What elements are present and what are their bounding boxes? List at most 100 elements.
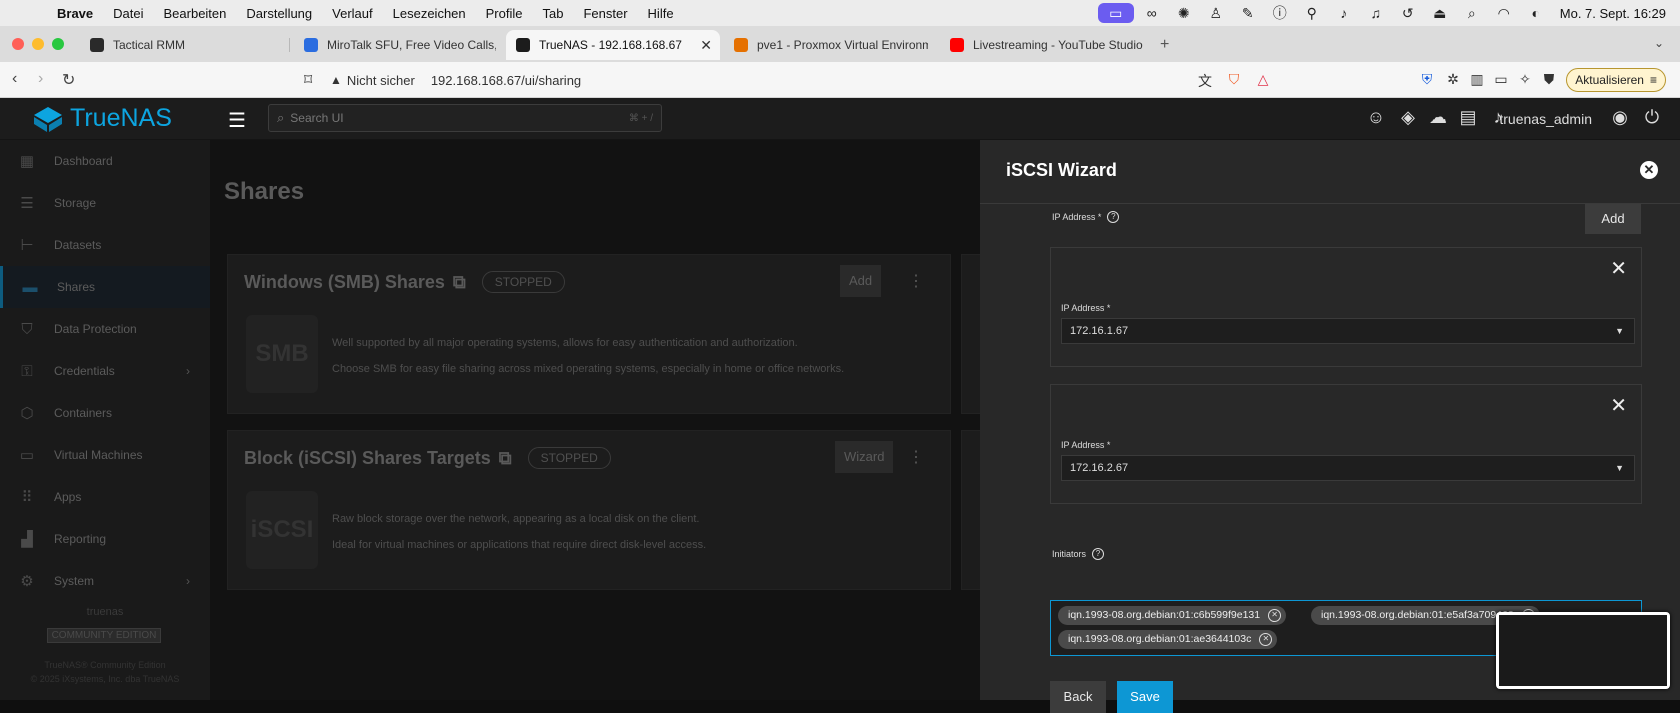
smb-status-badge[interactable]: STOPPED <box>481 271 565 293</box>
remove-entry-icon[interactable]: ✕ <box>1610 256 1627 281</box>
add-ip-button[interactable]: Add <box>1585 204 1641 234</box>
help-icon[interactable]: ? <box>1107 211 1120 223</box>
ip-address-select[interactable]: 172.16.2.67 ▼ <box>1061 455 1635 481</box>
open-in-new-icon[interactable]: ⧉ <box>499 448 512 469</box>
back-arrow-icon[interactable]: ‹ <box>12 70 17 88</box>
more-vert-icon[interactable]: ⋮ <box>908 271 924 291</box>
feather-icon[interactable]: ✎ <box>1232 5 1264 22</box>
screenshot-thumbnail-preview[interactable] <box>1496 612 1670 689</box>
menu-app-name[interactable]: Brave <box>57 6 93 21</box>
tab-proxmox[interactable]: pve1 - Proxmox Virtual Environmen <box>724 30 928 60</box>
leo-ai-icon[interactable]: ✧ <box>1516 71 1534 89</box>
feedback-smiley-icon[interactable]: ☺ <box>1364 107 1388 128</box>
tab-youtube-studio[interactable]: Livestreaming - YouTube Studio <box>940 30 1160 60</box>
iscsi-wizard-button[interactable]: Wizard <box>835 441 894 473</box>
more-vert-icon[interactable]: ⋮ <box>908 447 924 467</box>
copyright-line-2[interactable]: © 2025 iXsystems, Inc. dba TrueNAS <box>0 674 210 684</box>
initiator-chip[interactable]: iqn.1993-08.org.debian:01:ae3644103c ✕ <box>1058 630 1278 649</box>
menu-bearbeiten[interactable]: Bearbeiten <box>164 6 227 21</box>
extensions-icon[interactable]: ✲ <box>1444 71 1462 89</box>
truecommand-icon[interactable]: ◈ <box>1396 107 1420 128</box>
smb-card-title[interactable]: Windows (SMB) Shares <box>244 272 445 293</box>
menu-profile[interactable]: Profile <box>486 6 523 21</box>
jobs-clipboard-icon[interactable]: ▤ <box>1456 107 1480 128</box>
spotlight-icon[interactable]: ⌕ <box>1456 5 1488 22</box>
zoom-window-icon[interactable] <box>52 38 64 50</box>
cloud-icon[interactable]: ☁ <box>1426 107 1450 128</box>
save-button[interactable]: Save <box>1117 681 1173 713</box>
sidebar-icon[interactable]: ▥ <box>1468 71 1486 89</box>
brave-rewards-icon[interactable]: △ <box>1254 71 1272 89</box>
security-label[interactable]: Nicht sicher <box>347 73 415 88</box>
help-icon[interactable]: ? <box>1092 548 1105 560</box>
url-text[interactable]: 192.168.168.67/ui/sharing <box>431 73 581 88</box>
remove-chip-icon[interactable]: ✕ <box>1259 633 1273 646</box>
screen-share-icon[interactable]: ▭ <box>1097 3 1134 23</box>
initiator-chip[interactable]: iqn.1993-08.org.debian:01:c6b599f9e131 ✕ <box>1058 606 1287 625</box>
search-input[interactable]: ⌕ Search UI ⌘ + / <box>268 104 662 132</box>
sidebar-item-datasets[interactable]: ⊢ Datasets <box>0 224 210 266</box>
info-icon[interactable]: ⓘ <box>1264 3 1296 23</box>
truenas-logo[interactable]: TrueNAS <box>32 104 172 133</box>
tab-truenas[interactable]: TrueNAS - 192.168.168.67 ✕ <box>506 30 720 60</box>
sidebar-item-containers[interactable]: ⬡ Containers <box>0 392 210 434</box>
menu-fenster[interactable]: Fenster <box>583 6 627 21</box>
minimize-window-icon[interactable] <box>32 38 44 50</box>
sidebar-item-reporting[interactable]: ▟ Reporting <box>0 518 210 560</box>
close-icon[interactable]: ✕ <box>1640 161 1658 179</box>
translate-icon[interactable]: 文 <box>1196 71 1214 89</box>
power-icon[interactable]: ⏻ <box>1640 107 1664 128</box>
open-in-new-icon[interactable]: ⧉ <box>453 272 466 293</box>
sidebar-item-credentials[interactable]: ⚿ Credentials › <box>0 350 210 392</box>
menu-darstellung[interactable]: Darstellung <box>246 6 312 21</box>
update-button[interactable]: Aktualisieren ≡ <box>1566 68 1666 92</box>
user-name[interactable]: truenas_admin <box>1499 111 1592 127</box>
forward-arrow-icon[interactable]: › <box>38 70 43 88</box>
accessibility-icon[interactable]: ♙ <box>1200 5 1232 22</box>
bookmark-icon[interactable]: ⌑ <box>304 70 312 90</box>
tab-mirotalk[interactable]: MiroTalk SFU, Free Video Calls, <box>294 30 496 60</box>
wifi-icon[interactable]: ◠ <box>1488 5 1520 22</box>
tab-list-chevron-icon[interactable]: ⌄ <box>1654 36 1664 50</box>
iscsi-card-title[interactable]: Block (iSCSI) Shares Targets <box>244 448 491 469</box>
back-button[interactable]: Back <box>1050 681 1106 713</box>
account-icon[interactable]: ◉ <box>1608 107 1632 128</box>
eject-icon[interactable]: ⏏ <box>1424 5 1456 22</box>
control-center-icon[interactable]: ◐ <box>1520 5 1552 21</box>
sidebar-item-dashboard[interactable]: ▦ Dashboard <box>0 140 210 182</box>
sidebar-item-system[interactable]: ⚙ System › <box>0 560 210 602</box>
bitwarden-icon[interactable]: ⛨ <box>1418 71 1436 89</box>
time-machine-icon[interactable]: ↺ <box>1392 5 1424 22</box>
wallet-icon[interactable]: ▭ <box>1492 71 1510 89</box>
tab-tactical-rmm[interactable]: Tactical RMM <box>80 30 290 60</box>
creative-cloud-icon[interactable]: ∞ <box>1136 5 1168 21</box>
menubar-clock[interactable]: Mo. 7. Sept. 16:29 <box>1560 6 1666 21</box>
music-icon[interactable]: ♫ <box>1360 5 1392 21</box>
ip-address-select[interactable]: 172.16.1.67 ▼ <box>1061 318 1635 344</box>
menu-tab[interactable]: Tab <box>543 6 564 21</box>
new-tab-icon[interactable]: + <box>1160 36 1169 54</box>
menu-lesezeichen[interactable]: Lesezeichen <box>393 6 466 21</box>
sidebar-item-storage[interactable]: ☰ Storage <box>0 182 210 224</box>
iscsi-status-badge[interactable]: STOPPED <box>527 447 611 469</box>
brave-shields-icon[interactable]: ⛉ <box>1225 71 1243 89</box>
sidebar-item-virtual-machines[interactable]: ▭ Virtual Machines <box>0 434 210 476</box>
menu-toggle-icon[interactable]: ☰ <box>228 108 246 133</box>
binoculars-icon[interactable]: ⚲ <box>1296 5 1328 22</box>
menu-datei[interactable]: Datei <box>113 6 143 21</box>
vpn-icon[interactable]: ⛊ <box>1540 71 1558 89</box>
url-bar[interactable]: ▲ Nicht sicher 192.168.168.67/ui/sharing <box>330 68 1190 92</box>
reload-icon[interactable]: ↻ <box>62 70 75 90</box>
remove-chip-icon[interactable]: ✕ <box>1268 609 1282 622</box>
close-tab-icon[interactable]: ✕ <box>700 37 712 54</box>
sidebar-item-data-protection[interactable]: ⛉ Data Protection <box>0 308 210 350</box>
tiktok-icon[interactable]: ♪ <box>1328 5 1360 21</box>
remove-entry-icon[interactable]: ✕ <box>1610 393 1627 418</box>
menu-hilfe[interactable]: Hilfe <box>648 6 674 21</box>
sidebar-item-apps[interactable]: ⠿ Apps <box>0 476 210 518</box>
close-window-icon[interactable] <box>12 38 24 50</box>
sidebar-item-shares[interactable]: ▬ Shares <box>0 266 210 308</box>
menu-verlauf[interactable]: Verlauf <box>332 6 372 21</box>
smb-add-button[interactable]: Add <box>840 265 882 297</box>
chatgpt-icon[interactable]: ✺ <box>1168 5 1200 22</box>
